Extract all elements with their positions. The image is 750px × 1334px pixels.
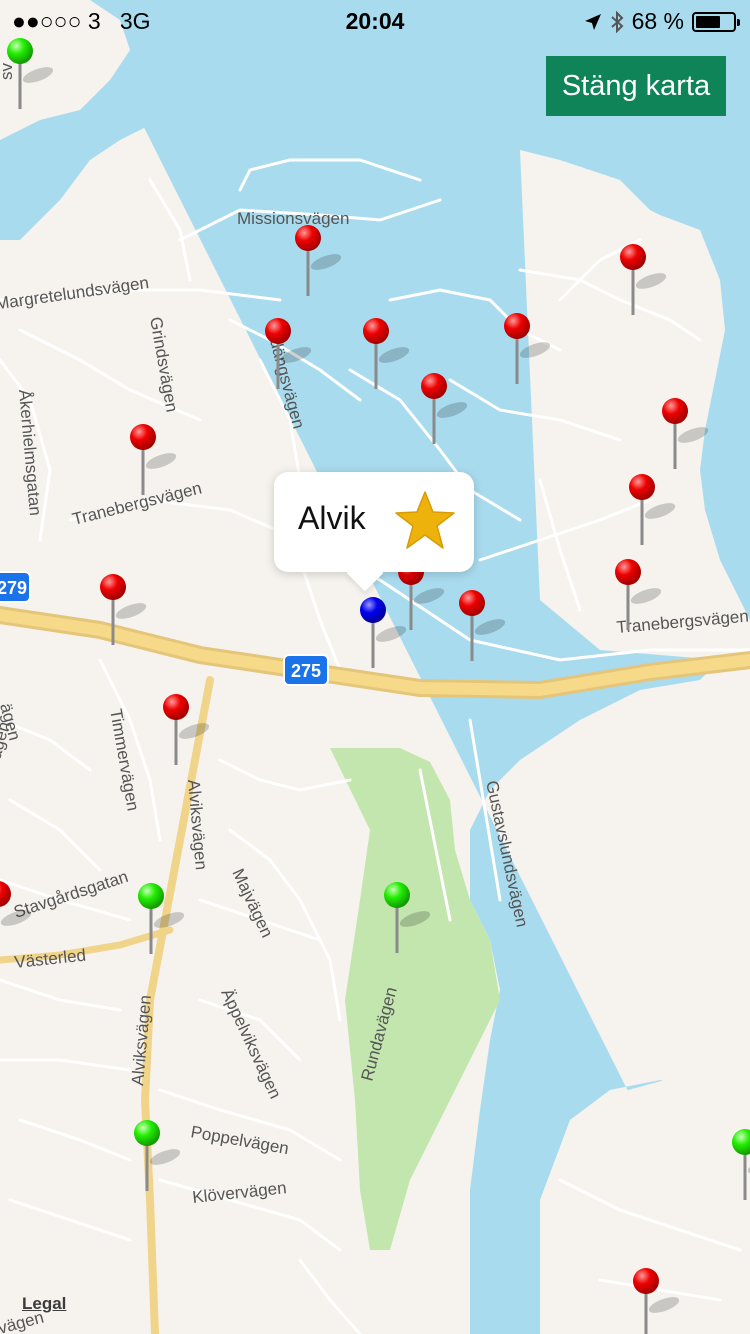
legal-link[interactable]: Legal <box>22 1294 66 1314</box>
highway-shield-275: 275 <box>283 654 329 686</box>
battery-percent: 68 % <box>631 8 684 34</box>
highway-shield-275-label: 275 <box>291 661 321 681</box>
battery-icon <box>692 11 740 32</box>
star-icon[interactable] <box>392 488 458 554</box>
street-label: Missionsvägen <box>237 209 349 228</box>
status-bar: ●●○○○ 3 3G 20:04 68 % <box>0 0 750 40</box>
location-arrow-icon <box>584 13 601 30</box>
status-right: 68 % <box>584 8 740 35</box>
highway-shield-279-label: 279 <box>0 578 27 598</box>
highway-shield-279: 279 <box>0 571 31 603</box>
close-map-button[interactable]: Stäng karta <box>546 56 726 116</box>
bluetooth-icon <box>610 10 624 33</box>
street-label: sv <box>0 63 16 81</box>
location-callout[interactable]: Alvik <box>274 472 474 572</box>
map[interactable]: 279 275 Missionsvägen Margretelundsvägen… <box>0 0 750 1334</box>
callout-title: Alvik <box>298 500 366 536</box>
